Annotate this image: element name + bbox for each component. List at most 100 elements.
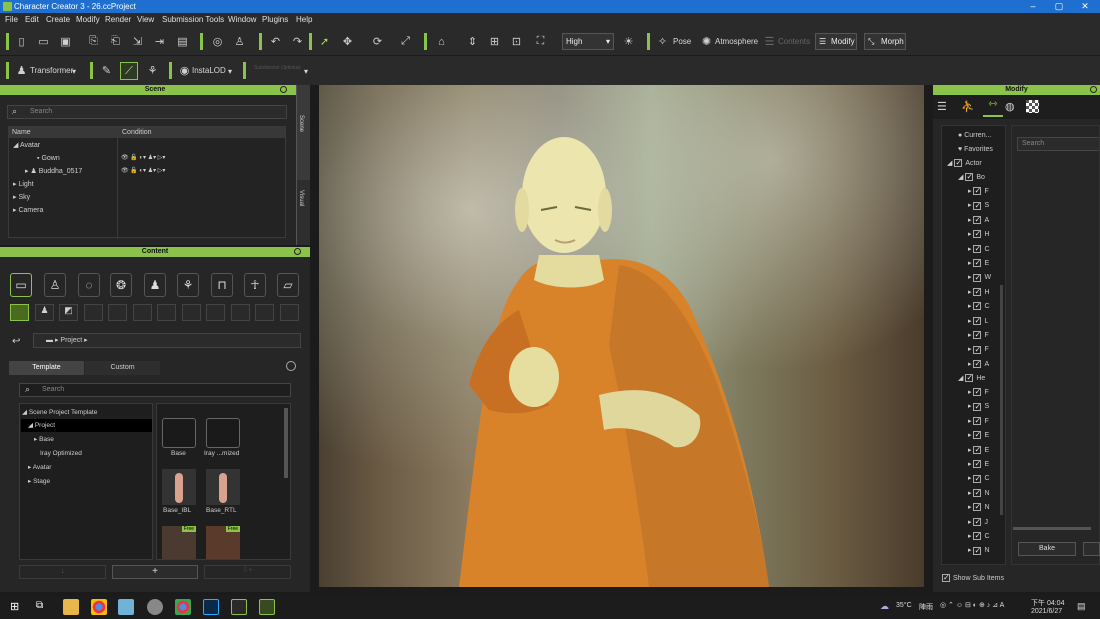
texture-checker-icon[interactable] [1026,100,1039,113]
pose-figure-icon[interactable]: ⛹ [961,100,975,113]
save-icon[interactable]: ▣ [58,34,73,49]
instalod-icon[interactable]: ◉ [177,63,192,78]
file-explorer-icon[interactable] [63,599,79,615]
subcategory-person-icon[interactable]: ♟ [35,304,54,321]
menu-plugins[interactable]: Plugins [262,13,288,27]
checkbox[interactable] [954,156,963,170]
character-thumbnail-male[interactable]: Free [162,526,196,559]
home-view-icon[interactable]: ⌂ [434,34,449,49]
task-view-icon[interactable]: ⧉ [36,600,43,611]
tab-scene[interactable]: Scene [296,85,310,180]
tree-row-gown[interactable]: ▪ Gown [37,152,60,165]
tree-head[interactable]: ◢ He [958,371,985,386]
tree-body[interactable]: ◢ Bo [958,170,985,185]
category-shoes-icon[interactable]: ⊓ [211,273,233,297]
tree-row-camera[interactable]: ▸ Camera [13,204,43,217]
attribute-sliders-icon[interactable]: ☰ [937,100,947,113]
windows-start-icon[interactable]: ⊞ [10,600,19,613]
checkbox[interactable] [973,400,982,414]
subcategory-image-icon[interactable]: ◩ [59,304,78,321]
subdivision-button[interactable]: Subdivision Optimize [254,65,304,77]
instalod-button[interactable]: InstaLOD [192,63,226,78]
subcategory-empty[interactable] [84,304,103,321]
export-icon[interactable]: ⎗ [108,34,123,49]
atmosphere-button[interactable]: Atmosphere [715,34,758,49]
tree-item[interactable]: ▸ F [968,414,989,429]
weather-icon[interactable]: ☁ [880,601,889,612]
light-sun-icon[interactable]: ☀ [621,34,636,49]
bake-extra-button[interactable] [1083,542,1100,556]
redo-icon[interactable]: ↷ [290,34,305,49]
tree-favorites[interactable]: ♥ Favorites [958,143,993,157]
transformer-icon[interactable]: ♟ [14,63,29,78]
import-icon[interactable]: ⎘ [86,34,101,49]
tree-item[interactable]: ▸ A [968,357,989,372]
app-icon[interactable] [147,599,163,615]
tree-project[interactable]: ◢ Project [28,419,55,432]
fit-vertical-icon[interactable]: ⇕ [465,34,480,49]
checkbox[interactable] [973,428,982,442]
show-sub-items-toggle[interactable]: Show Sub Items [942,571,1004,586]
tree-scrollbar[interactable] [1000,285,1003,515]
category-avatar-icon[interactable]: ♙ [44,273,66,297]
checkbox[interactable] [973,242,982,256]
tree-item[interactable]: ▸ C [968,472,990,486]
notifications-icon[interactable]: ▤ [1077,601,1086,612]
subcategory-empty[interactable] [182,304,201,321]
checkbox[interactable] [973,184,982,198]
checkbox[interactable] [973,299,982,313]
tree-actor[interactable]: ◢ Actor [947,156,982,171]
subcategory-empty[interactable] [206,304,225,321]
notes-app-icon[interactable] [118,599,134,615]
tree-item[interactable]: ▸ H [968,285,990,300]
apply-button[interactable]: ⇩+ [204,565,291,579]
menu-view[interactable]: View [137,13,154,27]
menu-modify[interactable]: Modify [76,13,100,27]
morph-slider-icon[interactable]: ⇿ [983,97,1003,117]
tree-row-sky[interactable]: ▸ Sky [13,191,30,204]
scale-icon[interactable]: ⤢ [398,34,413,49]
atmosphere-icon[interactable]: ✺ [699,34,714,49]
horizontal-scrollbar[interactable] [1013,527,1091,530]
subcategory-empty[interactable] [231,304,250,321]
tree-row-light[interactable]: ▸ Light [13,178,34,191]
tree-item[interactable]: ▸ N [968,486,990,501]
tab-custom[interactable]: Custom [85,361,160,375]
tree-base[interactable]: ▸ Base [34,433,54,446]
move-icon[interactable]: ✥ [340,34,355,49]
subcategory-empty[interactable] [280,304,299,321]
checkbox[interactable] [973,500,982,514]
modify-button[interactable]: ☰ Modify [815,33,857,50]
undo-icon[interactable]: ↶ [268,34,283,49]
tree-avatar[interactable]: ▸ Avatar [28,461,51,474]
checkbox[interactable] [973,515,982,529]
checkbox[interactable] [973,199,982,213]
checkbox[interactable] [973,357,982,371]
panel-close-icon[interactable] [1090,86,1097,93]
base-rtl-thumbnail[interactable] [206,469,240,505]
subcategory-empty[interactable] [108,304,127,321]
chevron-down-icon[interactable]: ▾ [228,64,232,79]
checkbox[interactable] [973,227,982,241]
checkbox[interactable] [973,385,982,399]
folder-thumb-iray[interactable] [206,418,240,448]
subcategory-empty[interactable] [157,304,176,321]
chevron-down-icon[interactable]: ▾ [72,64,76,79]
menu-create[interactable]: Create [46,13,70,27]
category-project-icon[interactable]: ▭ [10,273,32,297]
checkbox[interactable] [973,443,982,457]
tree-item[interactable]: ▸ C [968,242,990,257]
checkbox[interactable] [973,285,982,299]
maximize-button[interactable]: ▢ [1046,0,1072,13]
thumbnail-scrollbar[interactable] [284,408,288,478]
pose-button[interactable]: Pose [673,34,691,49]
3d-viewport[interactable] [319,85,924,587]
material-palette-icon[interactable]: ◍ [1005,100,1015,113]
buddha-condition-icons[interactable]: 👁 🔓 ◐▾ ♟▾ ▷▾ [121,165,165,178]
smart-gallery-icon[interactable]: ◎ [210,34,225,49]
chevron-down-icon[interactable]: ▾ [304,64,308,79]
contents-button[interactable]: Contents [778,34,810,49]
tree-stage[interactable]: ▸ Stage [28,475,50,488]
tree-item[interactable]: ▸ E [968,457,989,472]
tree-item[interactable]: ▸ S [968,199,989,213]
